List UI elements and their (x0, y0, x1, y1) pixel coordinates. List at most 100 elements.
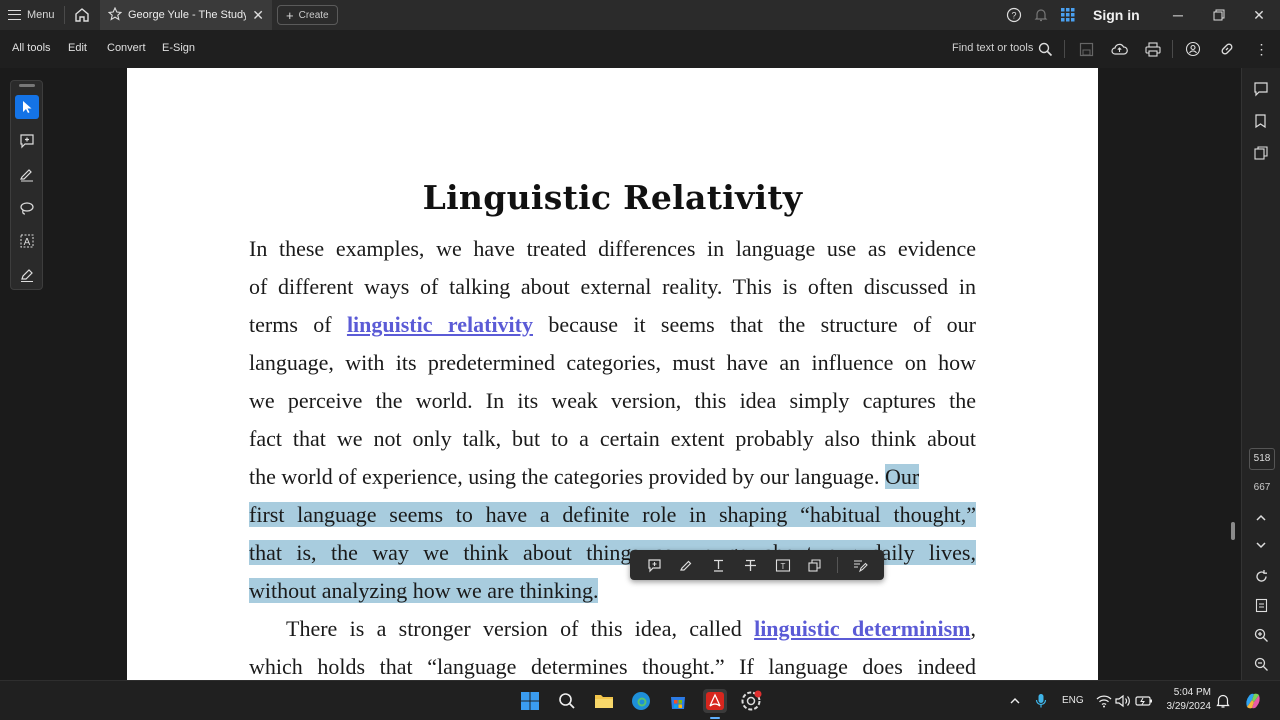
chrome-canary-icon[interactable] (740, 690, 762, 712)
document-viewport[interactable]: Linguistic Relativity In these examples,… (0, 68, 1240, 680)
create-button[interactable]: + Create (277, 5, 338, 25)
clock-date[interactable]: 3/29/2024 (1160, 701, 1212, 712)
search-icon[interactable] (556, 690, 578, 712)
zoom-in-icon[interactable] (1252, 626, 1270, 644)
edge-browser-icon[interactable] (630, 690, 652, 712)
restore-icon[interactable] (1207, 4, 1231, 26)
glossary-link[interactable]: linguistic determinism (754, 616, 970, 641)
esign-menu[interactable]: E-Sign (162, 42, 195, 54)
next-page-icon[interactable] (1252, 536, 1270, 554)
find-text-or-tools[interactable]: Find text or tools (952, 42, 1033, 54)
bell-icon[interactable] (1033, 7, 1049, 28)
input-language[interactable]: ENG (1062, 695, 1084, 706)
menu-button[interactable]: Menu (8, 6, 55, 24)
selection-quick-actions: T (630, 550, 884, 580)
help-icon[interactable]: ? (1006, 7, 1022, 28)
bookmarks-panel-icon[interactable] (1252, 112, 1270, 130)
copy-icon[interactable] (799, 550, 831, 580)
text-line[interactable]: fact that we not only talk, but to a cer… (249, 420, 976, 458)
close-window-icon[interactable]: ✕ (1247, 4, 1271, 26)
close-tab-icon[interactable]: ✕ (252, 7, 264, 24)
star-icon[interactable] (107, 6, 123, 24)
all-tools-menu[interactable]: All tools (12, 42, 51, 54)
clock-time[interactable]: 5:04 PM (1165, 687, 1211, 698)
print-icon[interactable] (1144, 40, 1162, 58)
chevron-up-icon[interactable] (1004, 690, 1026, 712)
save-icon[interactable] (1077, 40, 1095, 58)
hamburger-icon (8, 10, 21, 20)
text-run: which holds that “language determines th… (249, 654, 976, 679)
windows-start-icon[interactable] (519, 690, 541, 712)
replace-text-icon[interactable]: T (767, 550, 799, 580)
highlighter-icon[interactable] (15, 162, 39, 186)
pdf-page[interactable]: Linguistic Relativity In these examples,… (127, 68, 1098, 680)
text-run: because it seems that the structure of o… (533, 312, 976, 337)
copilot-icon[interactable] (1242, 690, 1264, 712)
text-box-icon[interactable]: A (15, 229, 39, 253)
total-pages: 667 (1253, 482, 1271, 493)
add-comment-icon[interactable] (15, 129, 39, 153)
sign-in-button[interactable]: Sign in (1093, 7, 1140, 23)
microphone-icon[interactable] (1030, 690, 1052, 712)
highlight-text-icon[interactable] (670, 550, 702, 580)
text-line[interactable]: which holds that “language determines th… (249, 648, 976, 680)
page-fit-icon[interactable] (1252, 596, 1270, 614)
text-run: the world of experience, using the categ… (249, 464, 885, 489)
battery-icon[interactable] (1133, 690, 1155, 712)
edit-text-icon[interactable] (844, 550, 876, 580)
drag-handle[interactable] (19, 84, 35, 87)
more-icon[interactable]: ⋮ (1252, 40, 1270, 58)
home-icon[interactable] (73, 6, 91, 24)
selected-text: first language seems to have a definite … (249, 502, 976, 527)
selected-text: without analyzing how we are thinking. (249, 578, 599, 603)
lasso-draw-icon[interactable] (15, 196, 39, 220)
glossary-link[interactable]: linguistic relativity (347, 312, 533, 337)
minimize-icon[interactable]: ─ (1166, 4, 1190, 26)
share-user-icon[interactable] (1184, 40, 1202, 58)
strikethrough-icon[interactable] (734, 550, 766, 580)
text-line[interactable]: terms of linguistic relativity because i… (249, 306, 976, 344)
active-app-indicator (710, 717, 720, 719)
microsoft-store-icon[interactable] (667, 690, 689, 712)
right-panel-rail: 518 667 (1241, 68, 1280, 680)
scrollbar-thumb[interactable] (1231, 522, 1235, 540)
upload-cloud-icon[interactable] (1110, 40, 1128, 58)
document-tab[interactable]: George Yule - The Study ... ✕ (100, 0, 272, 30)
link-icon[interactable] (1218, 40, 1236, 58)
text-line[interactable]: language, with its predetermined categor… (249, 344, 976, 382)
volume-icon[interactable] (1112, 690, 1134, 712)
text-run: fact that we not only talk, but to a cer… (249, 426, 976, 451)
search-icon[interactable] (1036, 40, 1054, 58)
text-run: terms of (249, 312, 347, 337)
sign-pen-icon[interactable] (15, 263, 39, 287)
apps-grid-icon[interactable] (1060, 7, 1076, 28)
text-line[interactable]: first language seems to have a definite … (249, 496, 976, 534)
text-line[interactable]: In these examples, we have treated diffe… (249, 230, 976, 268)
previous-page-icon[interactable] (1252, 509, 1270, 527)
edit-menu[interactable]: Edit (68, 42, 87, 54)
add-comment-icon[interactable] (638, 550, 670, 580)
underline-text-icon[interactable] (702, 550, 734, 580)
notification-bell-icon[interactable] (1212, 690, 1234, 712)
file-explorer-icon[interactable] (593, 690, 615, 712)
text-run: we perceive the world. In its weak versi… (249, 388, 976, 413)
rotate-icon[interactable] (1252, 567, 1270, 585)
convert-menu[interactable]: Convert (107, 42, 146, 54)
text-run: of different ways of talking about exter… (249, 274, 976, 299)
page-title: Linguistic Relativity (422, 178, 803, 217)
pages-panel-icon[interactable] (1252, 144, 1270, 162)
acrobat-icon[interactable] (703, 689, 727, 713)
select-cursor-icon[interactable] (15, 95, 39, 119)
text-line[interactable]: There is a stronger version of this idea… (249, 610, 976, 648)
svg-text:?: ? (1011, 11, 1016, 21)
zoom-out-icon[interactable] (1252, 655, 1270, 673)
divider (64, 6, 65, 24)
text-line[interactable]: the world of experience, using the categ… (249, 458, 976, 496)
current-page-field[interactable]: 518 (1249, 448, 1275, 470)
text-line[interactable]: of different ways of talking about exter… (249, 268, 976, 306)
svg-text:T: T (780, 562, 785, 571)
text-run: language, with its predetermined categor… (249, 350, 976, 375)
tool-rail: A (10, 80, 43, 290)
comments-panel-icon[interactable] (1252, 80, 1270, 98)
text-line[interactable]: we perceive the world. In its weak versi… (249, 382, 976, 420)
